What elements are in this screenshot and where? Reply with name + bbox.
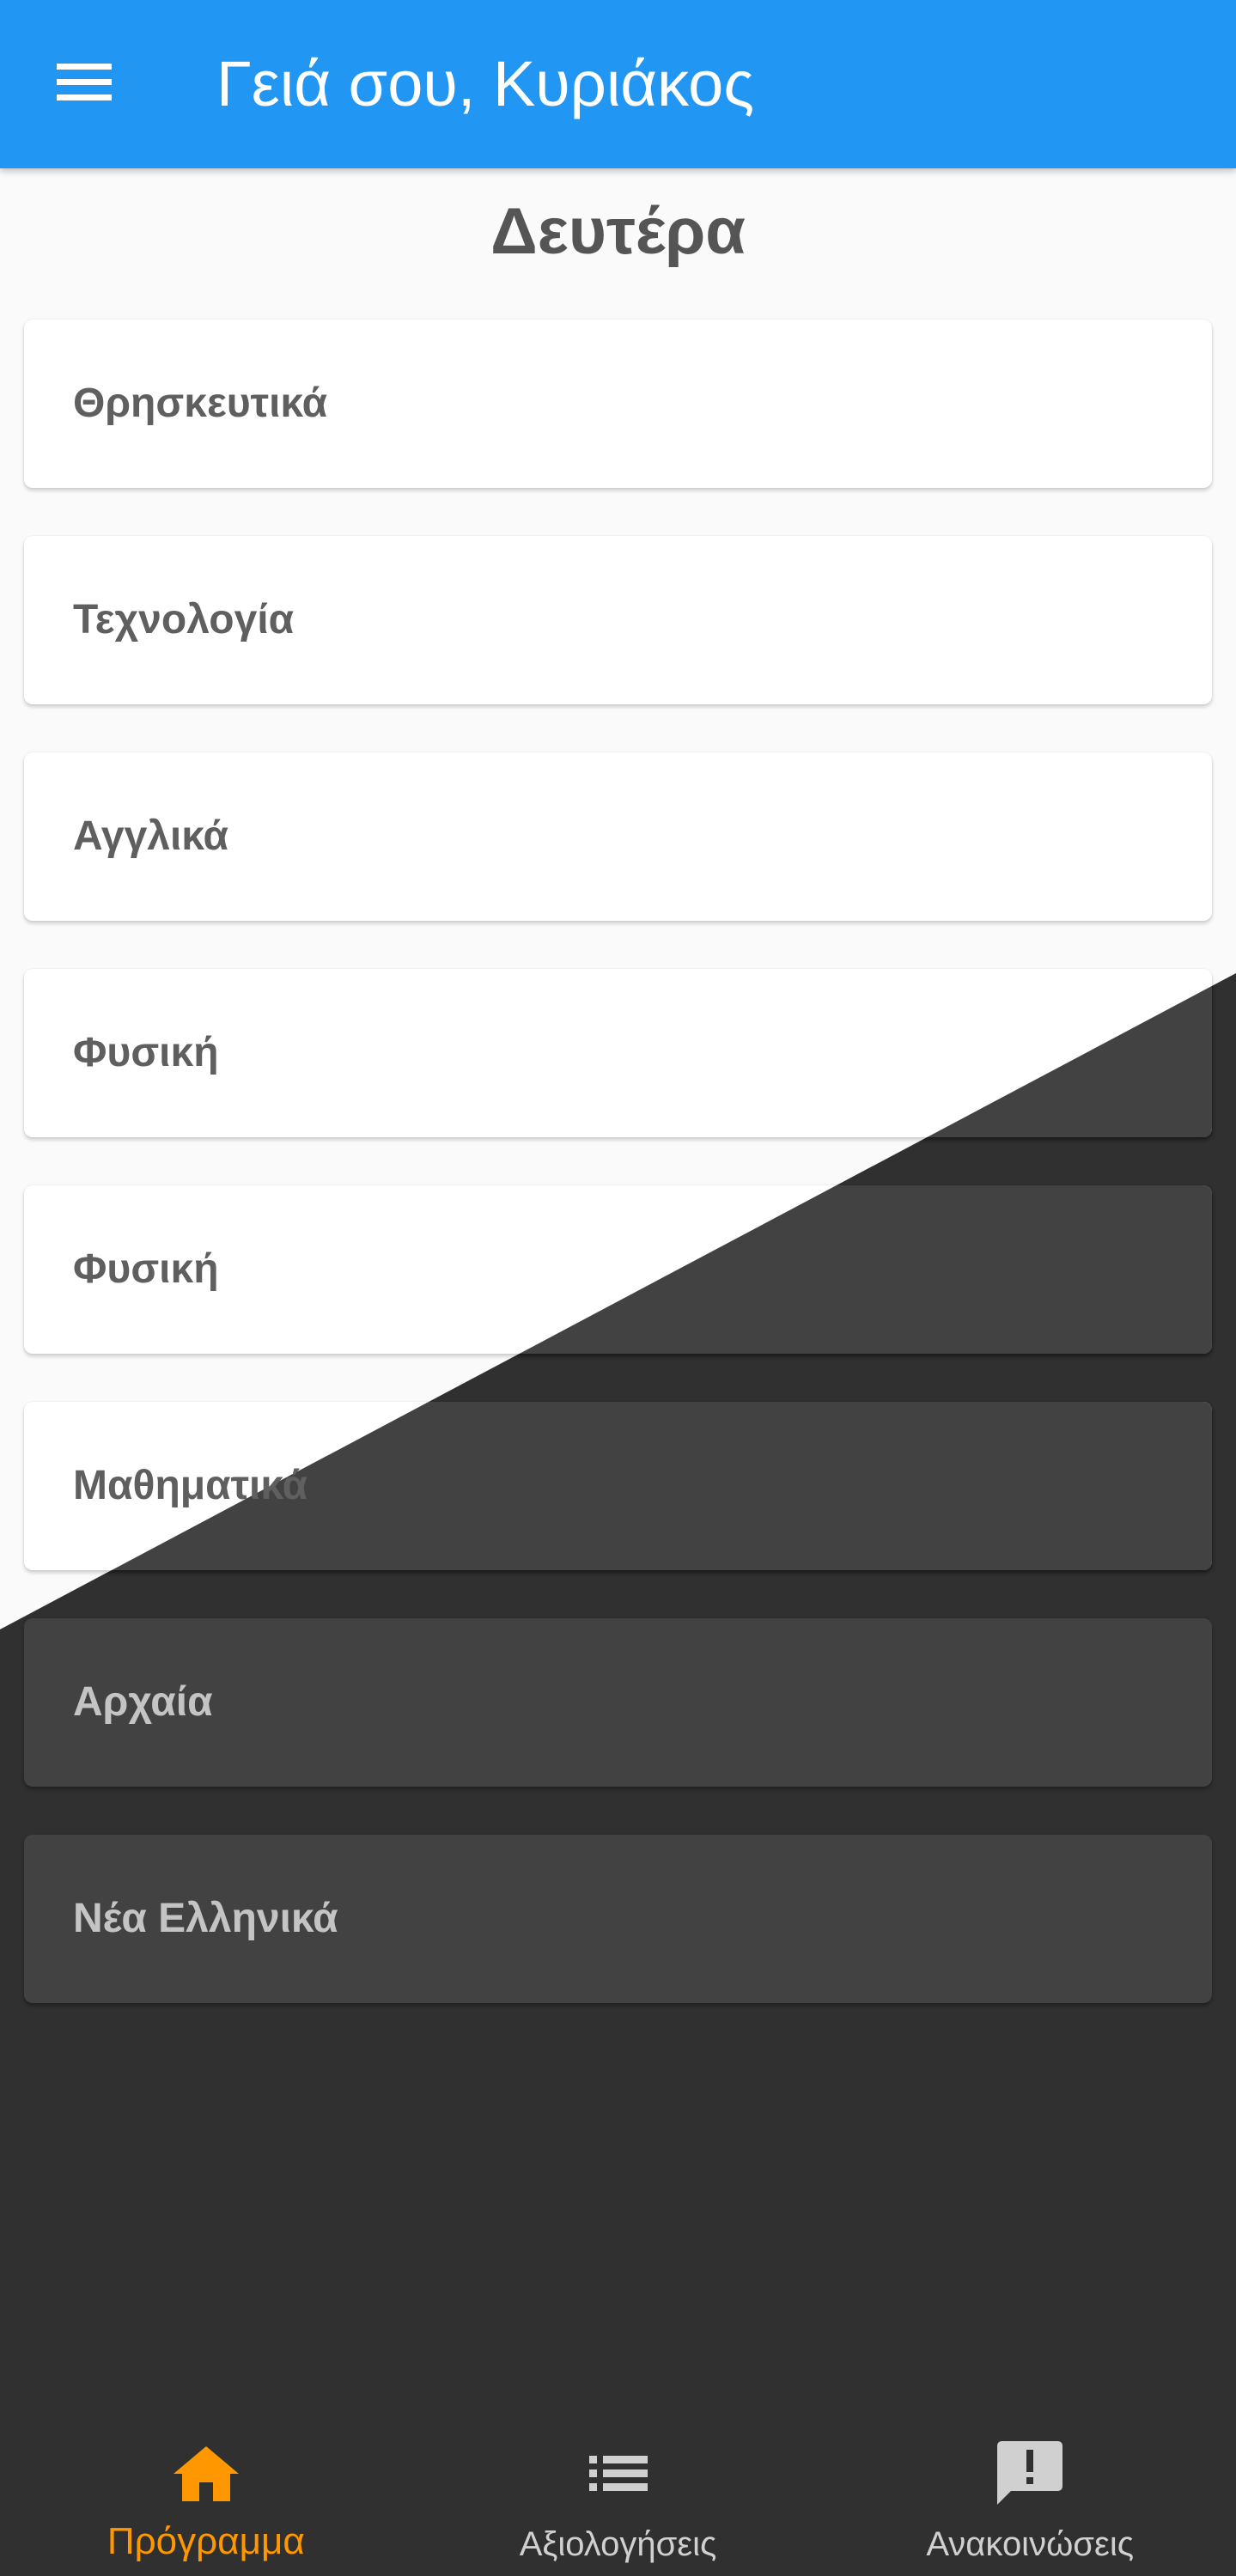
lesson-card[interactable]: Φυσική bbox=[24, 969, 1212, 1137]
lesson-card[interactable]: Φυσική bbox=[24, 1185, 1212, 1354]
lesson-label: Φυσική bbox=[73, 1246, 219, 1292]
list-icon bbox=[584, 2439, 653, 2508]
menu-icon bbox=[57, 62, 112, 107]
nav-label: Αξιολογήσεις bbox=[519, 2525, 717, 2563]
lesson-label: Τεχνολογία bbox=[73, 597, 295, 642]
nav-item-program[interactable]: Πρόγραμμα bbox=[0, 2396, 412, 2576]
page-title: Γειά σου, Κυριάκος bbox=[216, 48, 755, 119]
nav-label: Ανακοινώσεις bbox=[926, 2525, 1134, 2563]
lesson-card[interactable]: Αγγλικά bbox=[24, 752, 1212, 921]
lesson-label: Νέα Ελληνικά bbox=[73, 1896, 338, 1941]
lesson-label: Αγγλικά bbox=[73, 813, 228, 859]
bottom-navigation: Πρόγραμμα Αξιολογήσεις Ανακοινώσεις bbox=[0, 2396, 1236, 2576]
nav-item-evaluations[interactable]: Αξιολογήσεις bbox=[412, 2396, 825, 2576]
nav-label: Πρόγραμμα bbox=[107, 2520, 305, 2562]
lesson-card[interactable]: Νέα Ελληνικά bbox=[24, 1835, 1212, 2003]
lesson-list: Θρησκευτικά Τεχνολογία Αγγλικά Φυσική Φυ… bbox=[0, 0, 1236, 2576]
lesson-label: Φυσική bbox=[73, 1030, 219, 1075]
lesson-label: Αρχαία bbox=[73, 1679, 213, 1725]
lesson-card[interactable]: Μαθηματικά bbox=[24, 1402, 1212, 1570]
lesson-card[interactable]: Τεχνολογία bbox=[24, 536, 1212, 704]
nav-item-announcements[interactable]: Ανακοινώσεις bbox=[824, 2396, 1236, 2576]
lesson-label: Θρησκευτικά bbox=[73, 381, 328, 426]
lesson-card[interactable]: Θρησκευτικά bbox=[24, 320, 1212, 488]
home-icon bbox=[172, 2439, 241, 2508]
lesson-label: Μαθηματικά bbox=[73, 1463, 308, 1508]
menu-button[interactable] bbox=[34, 41, 134, 127]
app-bar: Γειά σου, Κυριάκος bbox=[0, 0, 1236, 168]
lesson-card[interactable]: Αρχαία bbox=[24, 1618, 1212, 1787]
announcement-icon bbox=[995, 2439, 1064, 2508]
day-title: Δευτέρα bbox=[490, 195, 746, 268]
